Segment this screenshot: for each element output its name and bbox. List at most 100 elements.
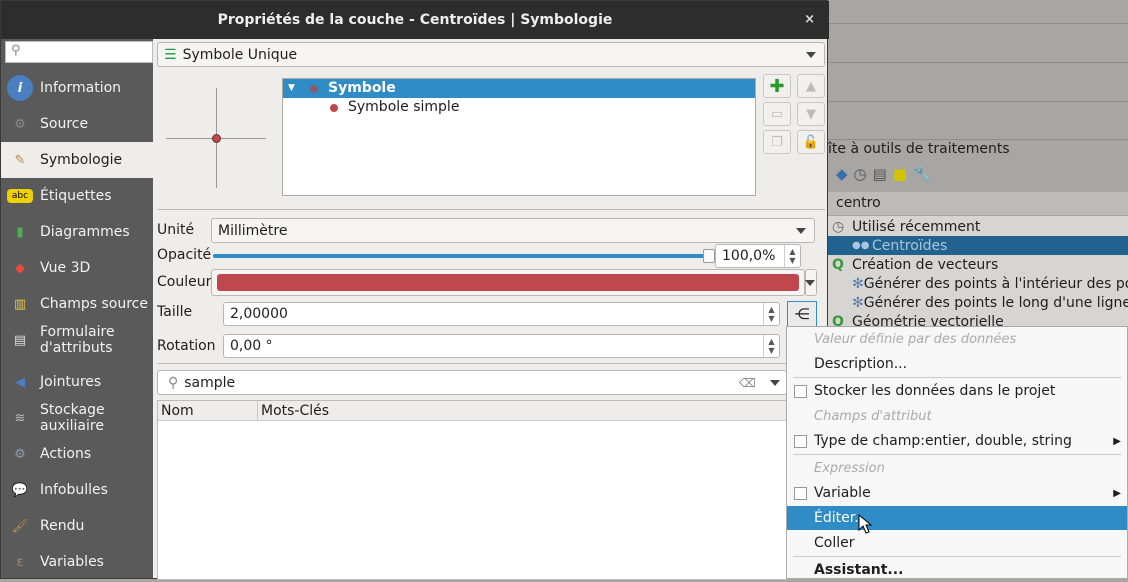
renderer-select[interactable]: ☰ Symbole Unique bbox=[157, 42, 825, 67]
opacity-slider-fill bbox=[213, 254, 711, 258]
sidebar-item--tiquettes[interactable]: abc Étiquettes bbox=[1, 178, 153, 214]
history-icon[interactable]: ◷ bbox=[854, 165, 873, 183]
column-name[interactable]: Nom bbox=[161, 403, 194, 419]
sidebar-item-label: Champs source bbox=[40, 296, 148, 312]
menu-item-edit[interactable]: Éditer... bbox=[787, 506, 1127, 530]
symbol-tree-child[interactable]: Symbole simple bbox=[283, 98, 755, 117]
symbol-tree-root[interactable]: ▼ Symbole bbox=[283, 79, 755, 98]
sidebar-item-rendu[interactable]: 🖌 Rendu bbox=[1, 508, 153, 544]
size-input[interactable]: 2,00000 ▲ ▼ bbox=[223, 302, 780, 326]
sidebar-item-label: Stockage auxiliaire bbox=[40, 402, 105, 434]
sidebar-item-infobulles[interactable]: 💬 Infobulles bbox=[1, 472, 153, 508]
menu-separator bbox=[793, 556, 1121, 557]
spin-buttons[interactable]: ▲ ▼ bbox=[763, 335, 779, 357]
menu-item-field-type[interactable]: Type de champ:entier, double, string ▶ bbox=[787, 429, 1127, 453]
sidebar-item-label: Source bbox=[40, 116, 89, 132]
tree-item[interactable]: ◷ Utilisé récemment bbox=[828, 217, 1128, 236]
sidebar-item-champs-source[interactable]: ▥ Champs source bbox=[1, 286, 153, 322]
form-icon: ▤ bbox=[13, 332, 27, 348]
qgis-icon: Q bbox=[832, 256, 844, 273]
sidebar-item-symbologie[interactable]: ✎ Symbologie bbox=[1, 142, 153, 178]
spin-buttons[interactable]: ▲ ▼ bbox=[784, 245, 800, 267]
move-up-button[interactable]: ▲ bbox=[797, 74, 825, 98]
sidebar-item-diagrammes[interactable]: ▮ Diagrammes bbox=[1, 214, 153, 250]
lock-icon[interactable]: 🔓 bbox=[797, 130, 825, 154]
data-defined-override-button[interactable]: ⋲ bbox=[787, 301, 817, 327]
dialog-titlebar: Propriétés de la couche - Centroïdes | S… bbox=[1, 1, 829, 39]
chevron-down-icon[interactable] bbox=[770, 379, 780, 386]
gear-icon: ✻ bbox=[852, 275, 864, 292]
close-button[interactable]: × bbox=[804, 1, 815, 39]
symbol-dot-icon bbox=[330, 104, 338, 112]
sidebar-item-stockage-auxiliaire[interactable]: ≋ Stockage auxiliaire bbox=[1, 400, 153, 436]
python-icon[interactable]: ◆ bbox=[836, 165, 854, 183]
sidebar-item-label: Diagrammes bbox=[40, 224, 130, 240]
diagram-icon: ▮ bbox=[16, 224, 24, 240]
color-label: Couleur bbox=[157, 274, 212, 290]
toolbar-divider bbox=[828, 23, 1128, 24]
sidebar-item-variables[interactable]: ε Variables bbox=[1, 544, 153, 580]
toolbar-divider bbox=[828, 101, 1128, 102]
sidebar-item-information[interactable]: i Information bbox=[1, 70, 153, 106]
checkbox[interactable] bbox=[794, 486, 807, 500]
remove-symbol-layer-button[interactable]: ▭ bbox=[763, 102, 791, 126]
join-icon: ◀ bbox=[15, 374, 25, 390]
menu-item-variable[interactable]: Variable ▶ bbox=[787, 481, 1127, 505]
menu-header: Expression bbox=[814, 460, 885, 476]
menu-separator bbox=[793, 454, 1121, 455]
algorithm-icon: ●● bbox=[852, 240, 870, 251]
opacity-input[interactable]: 100,0% ▲ ▼ bbox=[715, 244, 801, 268]
size-label: Taille bbox=[157, 304, 193, 320]
symbol-search-input[interactable]: ⚲ sample ⌫ bbox=[157, 370, 787, 395]
menu-item-assistant[interactable]: Assistant... bbox=[787, 558, 1127, 582]
tree-item[interactable]: Q Création de vecteurs bbox=[828, 255, 1128, 274]
sidebar-item-actions[interactable]: ⚙ Actions bbox=[1, 436, 153, 472]
move-down-button[interactable]: ▼ bbox=[797, 102, 825, 126]
column-keywords[interactable]: Mots-Clés bbox=[261, 403, 329, 419]
clear-icon[interactable]: ⌫ bbox=[739, 376, 756, 390]
layer-properties-dialog: Propriétés de la couche - Centroïdes | S… bbox=[0, 0, 829, 580]
spin-buttons[interactable]: ▲ ▼ bbox=[763, 303, 779, 325]
toolbar-divider bbox=[828, 62, 1128, 63]
checkbox[interactable] bbox=[794, 384, 807, 398]
sidebar-item-jointures[interactable]: ◀ Jointures bbox=[1, 364, 153, 400]
sidebar-search-input[interactable]: ⚲ bbox=[5, 41, 153, 63]
tree-item-selected[interactable]: ●● Centroïdes bbox=[828, 236, 1128, 255]
paintbrush-icon: ✎ bbox=[14, 152, 26, 168]
toolbar-divider bbox=[828, 139, 1128, 140]
color-button[interactable] bbox=[211, 269, 805, 296]
sidebar-item-label: Vue 3D bbox=[40, 260, 91, 276]
opacity-slider[interactable] bbox=[213, 254, 711, 258]
results-icon[interactable]: ▤ bbox=[873, 165, 893, 183]
edit-icon[interactable]: ■ bbox=[893, 165, 913, 183]
menu-item-description[interactable]: Description... bbox=[787, 352, 1127, 376]
chevron-down-icon bbox=[805, 279, 815, 286]
menu-item-paste[interactable]: Coller bbox=[787, 531, 1127, 555]
sidebar-item-label: Information bbox=[40, 80, 122, 96]
sidebar-item-source[interactable]: ⚙ Source bbox=[1, 106, 153, 142]
symbol-dot-icon bbox=[310, 85, 318, 93]
menu-separator bbox=[793, 377, 1121, 378]
symbol-list: Nom Mots-Clés bbox=[157, 400, 787, 580]
duplicate-button[interactable]: ❐ bbox=[763, 130, 791, 154]
sidebar-item-vue-3d[interactable]: ◆ Vue 3D bbox=[1, 250, 153, 286]
divider bbox=[157, 363, 787, 364]
opacity-slider-handle[interactable] bbox=[703, 249, 715, 263]
cube-icon: ◆ bbox=[15, 260, 25, 276]
sidebar-item-formulaire-d-attributs[interactable]: ▤ Formulaire d'attributs bbox=[1, 322, 153, 358]
menu-header: Valeur définie par des données bbox=[814, 331, 1017, 347]
options-icon[interactable]: 🔧 bbox=[913, 165, 938, 183]
add-symbol-layer-button[interactable]: ✚ bbox=[763, 74, 791, 98]
toolbox-search-input[interactable]: centro bbox=[828, 192, 1128, 215]
color-menu-button[interactable] bbox=[805, 269, 817, 296]
actions-icon: ⚙ bbox=[14, 446, 26, 462]
data-defined-context-menu: Valeur définie par des données Descripti… bbox=[786, 326, 1128, 579]
menu-item-store-data[interactable]: Stocker les données dans le projet bbox=[787, 379, 1127, 403]
unit-select[interactable]: Millimètre bbox=[211, 218, 815, 243]
tree-item[interactable]: ✻ Générer des points à l'intérieur des po bbox=[828, 274, 1128, 293]
data-defined-icon: ⋲ bbox=[794, 305, 810, 323]
tree-item[interactable]: ✻ Générer des points le long d'une ligne bbox=[828, 293, 1128, 312]
rotation-input[interactable]: 0,00 ° ▲ ▼ bbox=[223, 334, 780, 358]
checkbox[interactable] bbox=[794, 434, 807, 448]
toolbox-title: îte à outils de traitements bbox=[828, 141, 1010, 157]
